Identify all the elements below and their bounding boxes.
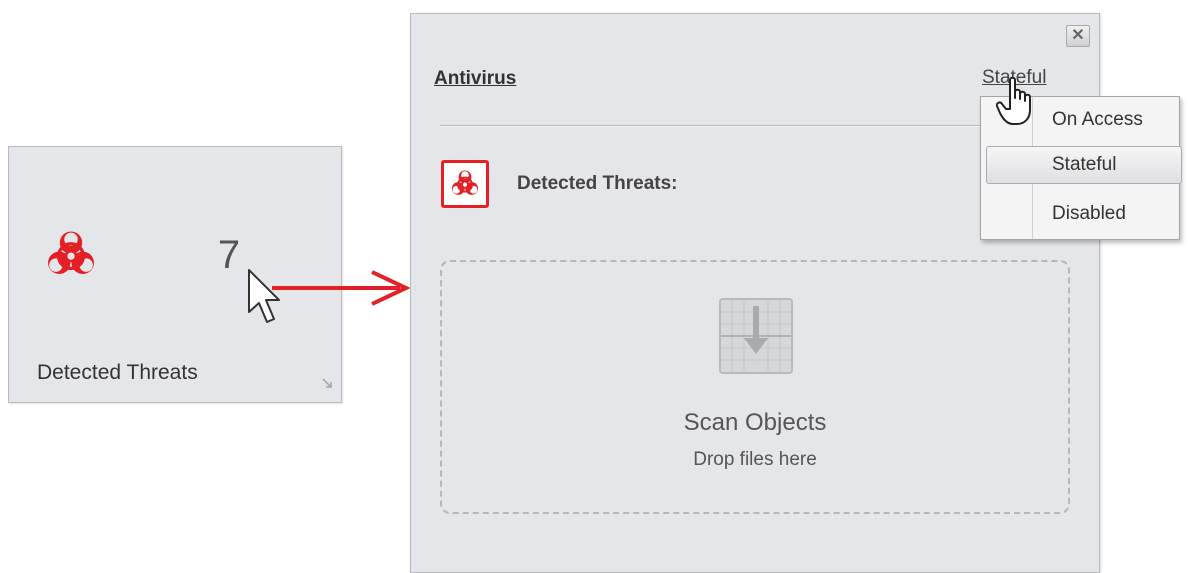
hand-cursor-icon <box>995 76 1036 133</box>
biohazard-icon <box>43 227 99 288</box>
scan-title: Scan Objects <box>683 409 827 436</box>
scan-subtitle: Drop files here <box>693 449 817 470</box>
panel-title[interactable]: Antivirus <box>434 68 516 90</box>
tile-label: Detected Threats <box>37 361 198 384</box>
threats-heading: Detected Threats: <box>517 173 678 194</box>
expand-corner-icon[interactable] <box>321 376 333 394</box>
connector-arrow-icon <box>272 268 412 313</box>
biohazard-icon <box>441 160 489 208</box>
drop-download-icon <box>719 298 793 379</box>
menu-item-stateful[interactable]: Stateful <box>1052 154 1116 176</box>
menu-item-disabled[interactable]: Disabled <box>1052 203 1126 225</box>
close-icon[interactable]: ✕ <box>1066 25 1090 47</box>
menu-item-on-access[interactable]: On Access <box>1052 109 1143 131</box>
